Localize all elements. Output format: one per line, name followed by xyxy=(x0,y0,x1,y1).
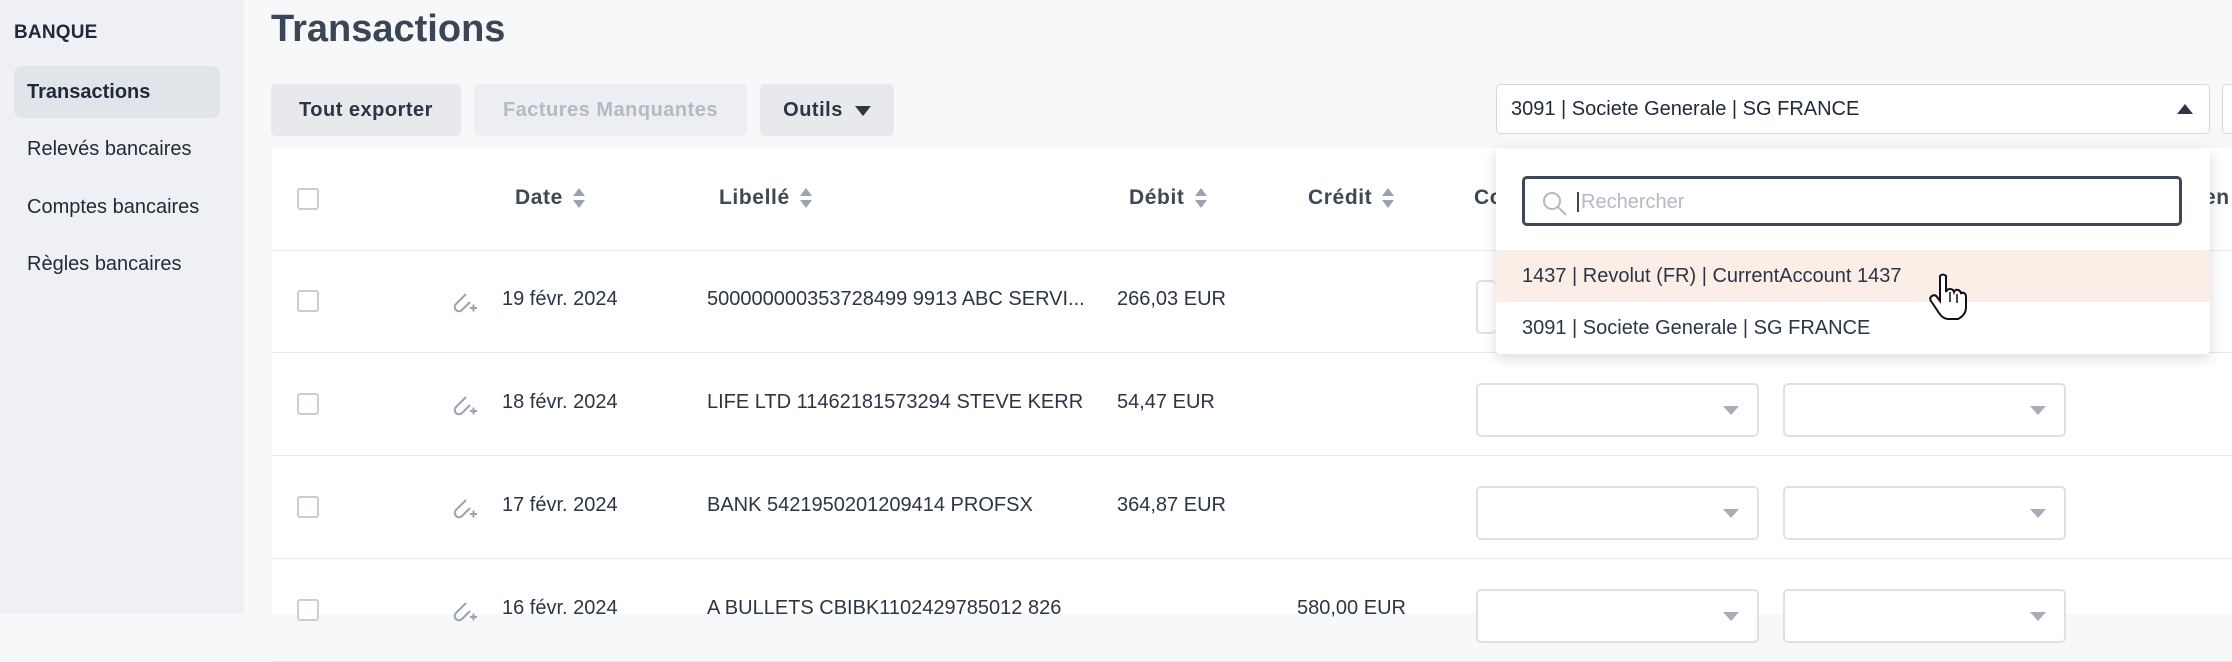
chevron-up-icon xyxy=(2177,104,2193,114)
sort-icon xyxy=(572,187,585,209)
page-title: Transactions xyxy=(271,8,506,50)
tax-dropdown[interactable] xyxy=(1783,589,2066,643)
libelle-header-label: Libellé xyxy=(719,186,790,209)
credit-header-label: Crédit xyxy=(1308,186,1373,209)
export-all-button[interactable]: Tout exporter xyxy=(271,84,461,136)
attachment-add-icon[interactable] xyxy=(448,391,478,419)
row-debit: 266,03 EUR xyxy=(1117,288,1226,310)
attachment-add-icon[interactable] xyxy=(448,288,478,316)
attachment-add-icon[interactable] xyxy=(448,597,478,625)
chevron-down-icon xyxy=(1723,509,1739,518)
row-credit: 580,00 EUR xyxy=(1297,597,1406,619)
account-option[interactable]: 3091 | Societe Generale | SG FRANCE xyxy=(1496,302,2210,354)
tools-button[interactable]: Outils xyxy=(760,84,894,136)
row-checkbox[interactable] xyxy=(297,599,319,621)
tax-dropdown[interactable] xyxy=(1783,486,2066,540)
account-select[interactable]: 3091 | Societe Generale | SG FRANCE xyxy=(1496,84,2210,134)
row-libelle: 500000000353728499 9913 ABC SERVI... xyxy=(707,288,1085,310)
tools-label: Outils xyxy=(783,99,843,121)
chevron-down-icon xyxy=(2030,612,2046,621)
row-checkbox[interactable] xyxy=(297,496,319,518)
account-option[interactable]: 1437 | Revolut (FR) | CurrentAccount 143… xyxy=(1496,250,2210,302)
account-dropdown[interactable] xyxy=(1476,383,1759,437)
row-checkbox[interactable] xyxy=(297,393,319,415)
row-checkbox[interactable] xyxy=(297,290,319,312)
table-row[interactable]: 17 févr. 2024 BANK 5421950201209414 PROF… xyxy=(272,456,2232,559)
row-date: 19 févr. 2024 xyxy=(502,288,618,310)
account-dropdown-panel: Rechercher 1437 | Revolut (FR) | Current… xyxy=(1496,148,2210,354)
account-dropdown[interactable] xyxy=(1476,486,1759,540)
adjacent-control-edge[interactable] xyxy=(2222,84,2232,134)
row-debit: 364,87 EUR xyxy=(1117,494,1226,516)
sort-icon xyxy=(1382,187,1395,209)
chevron-down-icon xyxy=(1723,612,1739,621)
search-placeholder: Rechercher xyxy=(1577,192,1684,212)
table-row[interactable]: 18 févr. 2024 LIFE LTD 11462181573294 ST… xyxy=(272,353,2232,456)
sidebar-section-title: BANQUE xyxy=(14,22,98,43)
table-row[interactable]: 16 févr. 2024 A BULLETS CBIBK11024297850… xyxy=(272,559,2232,662)
sidebar-item-regles[interactable]: Règles bancaires xyxy=(14,238,220,290)
chevron-down-icon xyxy=(854,105,871,116)
hand-cursor-icon xyxy=(1929,273,1967,320)
chevron-down-icon xyxy=(1723,406,1739,415)
chevron-down-icon xyxy=(2030,406,2046,415)
sort-icon xyxy=(1194,187,1207,209)
row-libelle: LIFE LTD 11462181573294 STEVE KERR xyxy=(707,391,1084,413)
row-date: 16 févr. 2024 xyxy=(502,597,618,619)
sidebar-item-transactions[interactable]: Transactions xyxy=(14,66,220,118)
search-icon xyxy=(1543,192,1567,216)
row-date: 17 févr. 2024 xyxy=(502,494,618,516)
attachment-add-icon[interactable] xyxy=(448,494,478,522)
row-date: 18 févr. 2024 xyxy=(502,391,618,413)
account-search-input[interactable]: Rechercher xyxy=(1522,176,2182,226)
missing-invoices-button[interactable]: Factures Manquantes xyxy=(474,84,747,136)
select-all-checkbox[interactable] xyxy=(297,188,319,210)
account-select-value: 3091 | Societe Generale | SG FRANCE xyxy=(1511,98,1860,120)
date-header-label: Date xyxy=(515,186,563,209)
tax-dropdown[interactable] xyxy=(1783,383,2066,437)
libelle-column-header[interactable]: Libellé xyxy=(719,186,812,210)
debit-header-label: Débit xyxy=(1129,186,1185,209)
account-dropdown[interactable] xyxy=(1476,589,1759,643)
date-column-header[interactable]: Date xyxy=(515,186,585,210)
chevron-down-icon xyxy=(2030,509,2046,518)
sort-icon xyxy=(799,187,812,209)
row-libelle: A BULLETS CBIBK1102429785012 826 xyxy=(707,597,1062,619)
row-debit: 54,47 EUR xyxy=(1117,391,1215,413)
debit-column-header[interactable]: Débit xyxy=(1129,186,1207,210)
sidebar-item-comptes[interactable]: Comptes bancaires xyxy=(14,181,220,233)
row-libelle: BANK 5421950201209414 PROFSX xyxy=(707,494,1033,516)
sidebar: BANQUE Transactions Relevés bancaires Co… xyxy=(0,0,244,614)
credit-column-header[interactable]: Crédit xyxy=(1308,186,1395,210)
sidebar-item-releves[interactable]: Relevés bancaires xyxy=(14,123,220,175)
account-dropdown[interactable] xyxy=(1476,280,1496,334)
